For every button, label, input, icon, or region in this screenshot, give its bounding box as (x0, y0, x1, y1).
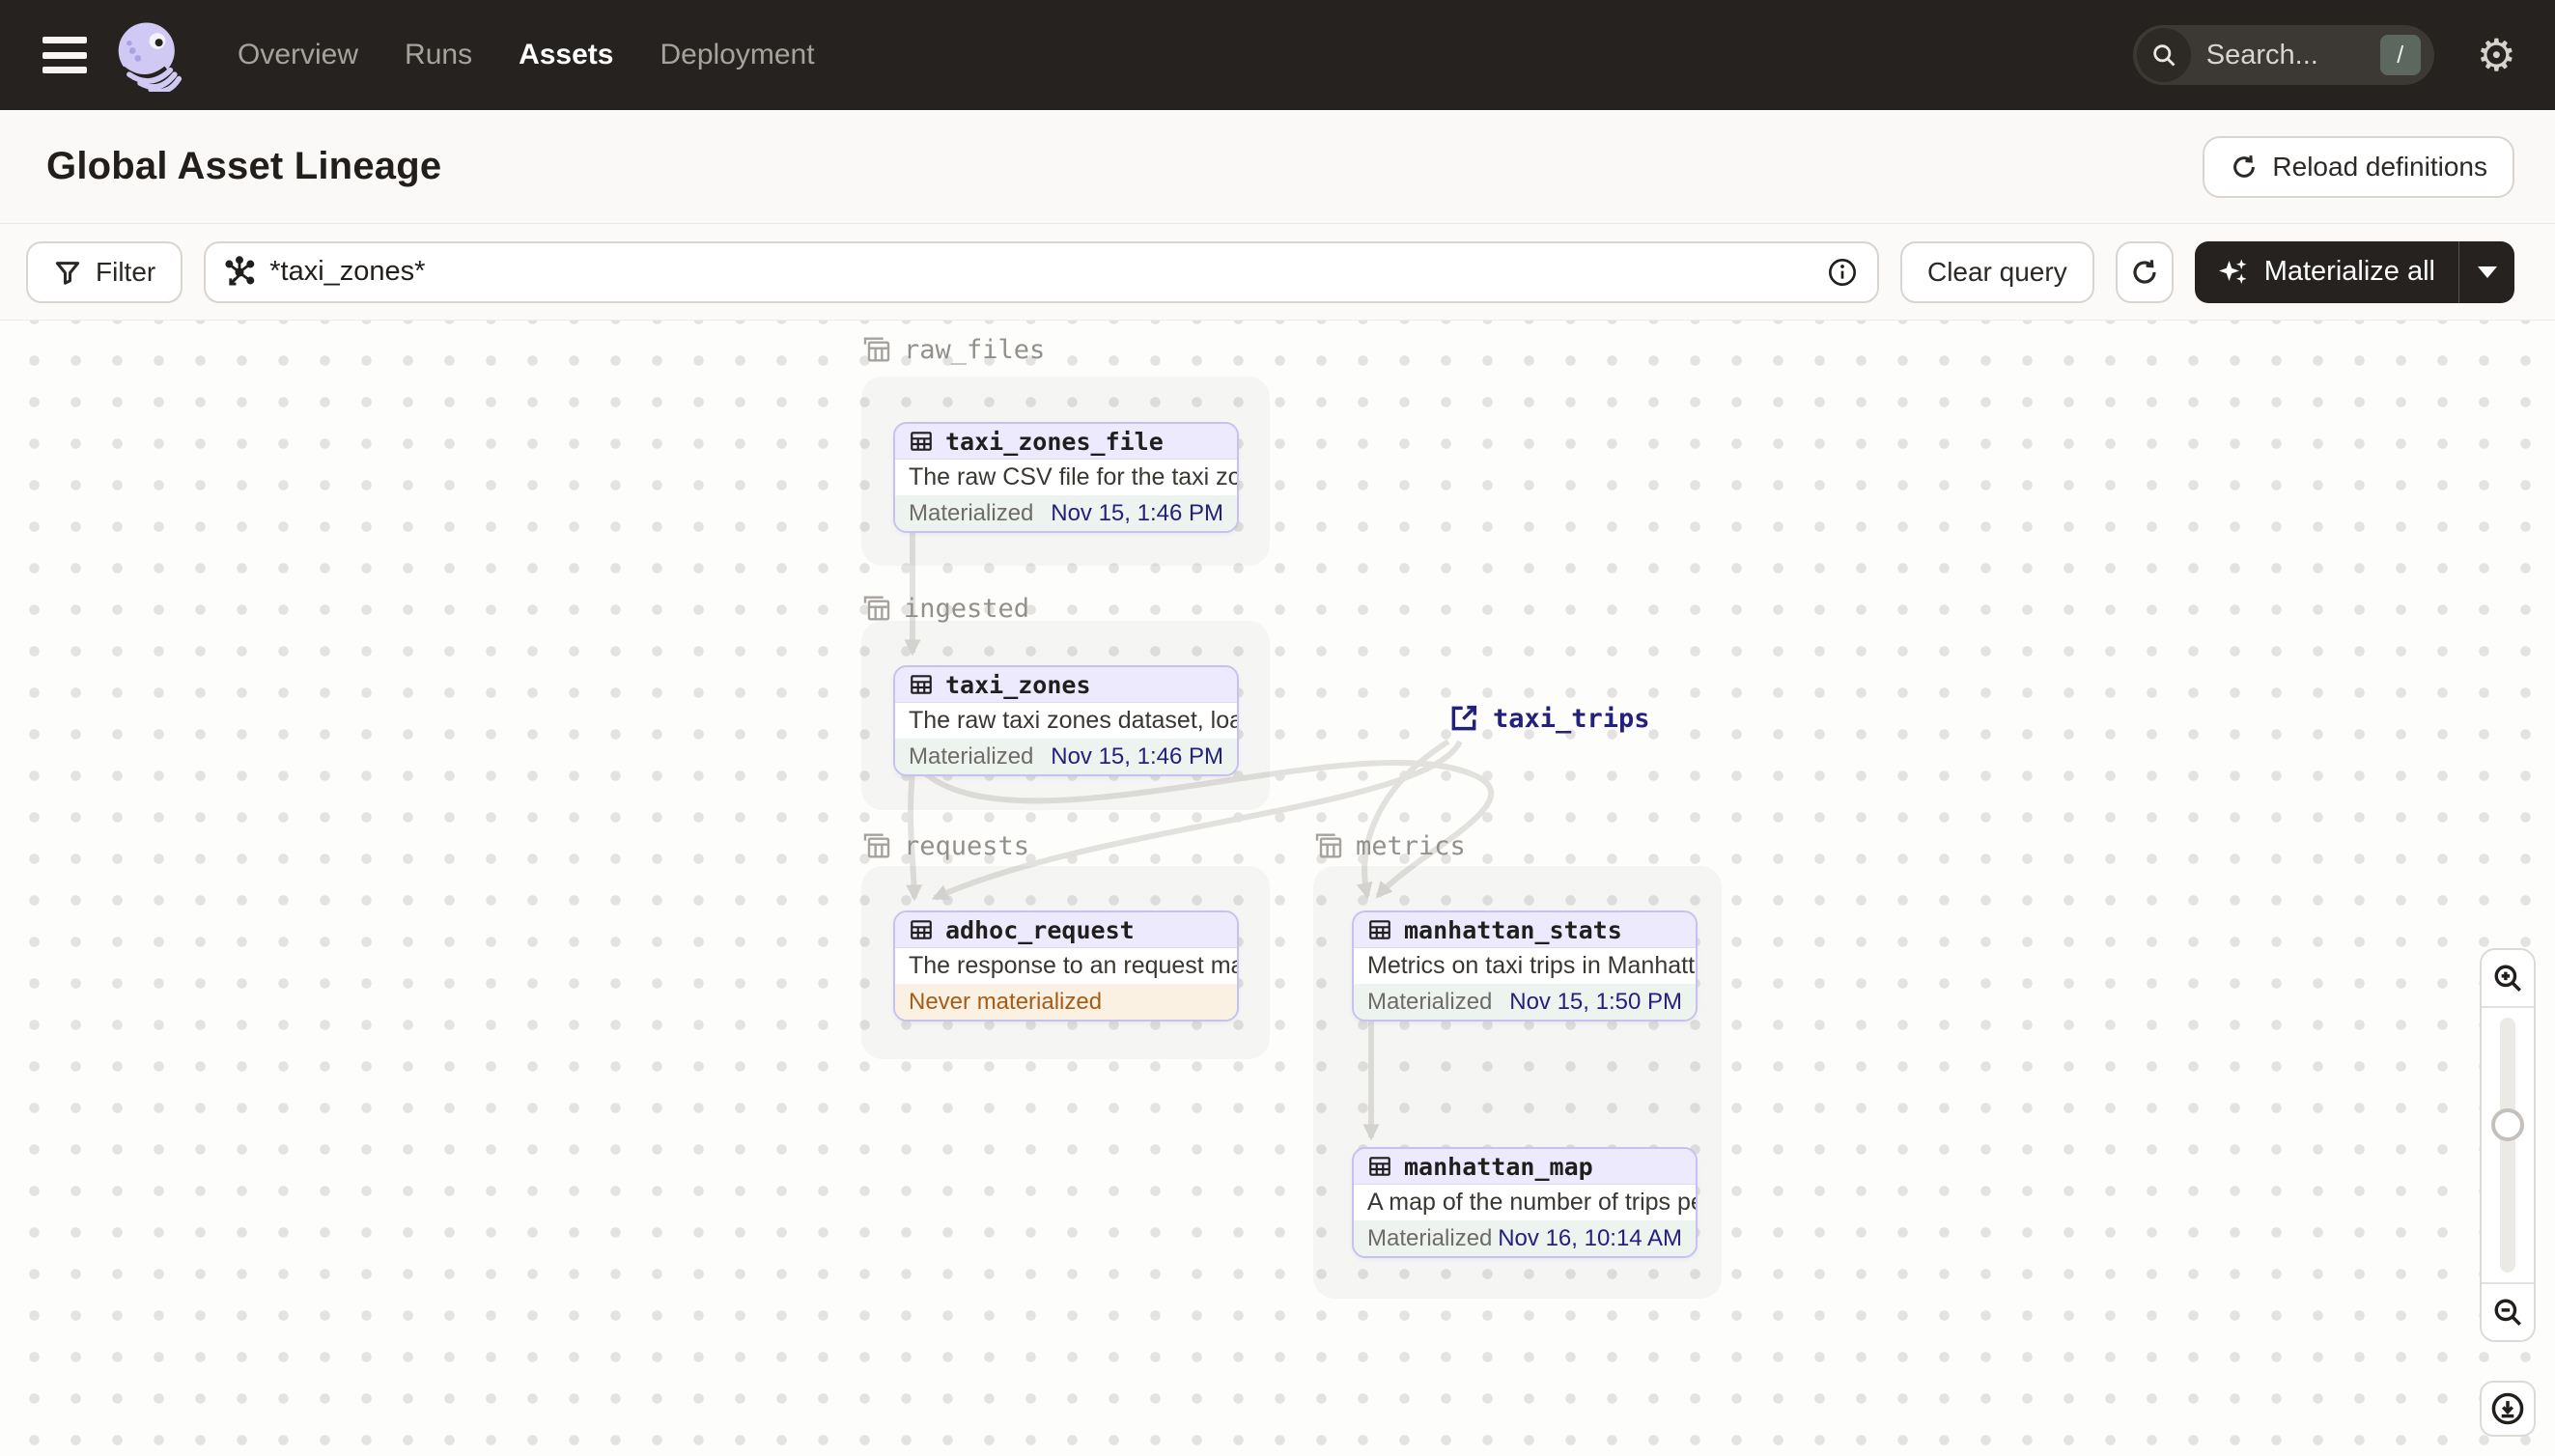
group-tables-icon (1315, 833, 1342, 858)
search-box[interactable]: / (2132, 25, 2434, 85)
node-status: Materialized Nov 15, 1:50 PM (1354, 984, 1696, 1020)
node-status: Never materialized (895, 984, 1237, 1020)
clear-query-button[interactable]: Clear query (1899, 240, 2094, 303)
asset-node-adhoc_request[interactable]: adhoc_request The response to an request… (893, 910, 1239, 1022)
table-icon (1369, 1157, 1390, 1176)
materialize-all-split-button: Materialize all (2194, 240, 2514, 303)
zoom-slider-track (2500, 1018, 2515, 1273)
node-description: The raw taxi zones dataset, loaded int..… (895, 703, 1237, 739)
group-label-requests[interactable]: requests (861, 830, 1029, 861)
group-tables-icon (863, 596, 890, 621)
zoom-in-button[interactable] (2482, 950, 2534, 1006)
top-nav: Overview Runs Assets Deployment / ⚙ (0, 0, 2555, 110)
node-description: The response to an request made in th... (895, 948, 1237, 984)
asset-node-taxi_zones[interactable]: taxi_zones The raw taxi zones dataset, l… (893, 665, 1239, 776)
asset-node-taxi_zones_file[interactable]: taxi_zones_file The raw CSV file for the… (893, 422, 1239, 533)
materialize-all-button[interactable]: Materialize all (2195, 241, 2458, 303)
group-label-metrics[interactable]: metrics (1313, 830, 1466, 861)
refresh-icon (2233, 154, 2256, 178)
nav-links: Overview Runs Assets Deployment (238, 39, 815, 71)
node-status: Materialized Nov 15, 1:46 PM (895, 495, 1237, 531)
table-icon (1369, 920, 1390, 939)
zoom-slider[interactable] (2482, 1006, 2534, 1284)
node-status: Materialized Nov 16, 10:14 AM (1354, 1220, 1696, 1256)
search-icon (2136, 28, 2191, 82)
recenter-view-button[interactable] (2480, 1381, 2536, 1437)
node-description: Metrics on taxi trips in Manhattan (1354, 948, 1696, 984)
nav-item-runs[interactable]: Runs (405, 39, 472, 71)
filter-button[interactable]: Filter (26, 240, 183, 303)
settings-gear-icon[interactable]: ⚙ (2477, 33, 2516, 77)
nav-item-overview[interactable]: Overview (238, 39, 358, 71)
table-icon (911, 675, 932, 694)
group-tables-icon (863, 833, 890, 858)
node-description: The raw CSV file for the taxi zones dat.… (895, 460, 1237, 495)
page-header: Global Asset Lineage Reload definitions (0, 110, 2555, 224)
lineage-edges (904, 532, 1495, 1141)
refresh-graph-button[interactable] (2115, 240, 2174, 303)
group-label-raw_files[interactable]: raw_files (861, 334, 1045, 365)
materialize-options-button[interactable] (2458, 240, 2514, 303)
zoom-in-icon (2494, 965, 2521, 992)
filter-funnel-icon (55, 261, 80, 285)
group-tables-icon (863, 337, 890, 362)
chevron-down-icon (2477, 266, 2497, 278)
zoom-out-button[interactable] (2482, 1284, 2534, 1340)
asset-node-manhattan_stats[interactable]: manhattan_stats Metrics on taxi trips in… (1352, 910, 1698, 1022)
search-input[interactable] (2190, 39, 2380, 71)
asset-selection-input[interactable] (269, 256, 1813, 288)
asset-node-manhattan_map[interactable]: manhattan_map A map of the number of tri… (1352, 1147, 1698, 1258)
group-label-ingested[interactable]: ingested (861, 593, 1029, 624)
zoom-out-icon (2494, 1299, 2521, 1326)
nav-item-deployment[interactable]: Deployment (660, 39, 814, 71)
zoom-controls (2480, 948, 2536, 1342)
table-icon (911, 432, 932, 451)
lineage-toolbar: Filter Clear query Materializ (0, 224, 2555, 321)
asset-selection-input-wrap (204, 240, 1879, 303)
table-icon (911, 920, 932, 939)
menu-icon[interactable] (42, 37, 87, 73)
external-asset-taxi_trips[interactable]: taxi_trips (1448, 703, 1650, 734)
nav-item-assets[interactable]: Assets (519, 39, 613, 71)
sparkles-icon (2218, 259, 2247, 284)
graph-selection-icon (225, 255, 255, 285)
keyboard-shortcut-badge: / (2379, 35, 2421, 75)
recenter-download-icon (2491, 1392, 2524, 1425)
node-status: Materialized Nov 15, 1:46 PM (895, 739, 1237, 774)
zoom-slider-handle[interactable] (2491, 1108, 2524, 1141)
page-title: Global Asset Lineage (46, 145, 442, 187)
external-link-icon (1451, 705, 1477, 731)
refresh-icon (2133, 259, 2156, 284)
info-icon[interactable] (1827, 257, 1858, 288)
dagster-logo-icon[interactable] (112, 18, 185, 92)
lineage-canvas[interactable]: raw_files taxi_zones_file The raw CSV fi… (0, 321, 2555, 1456)
reload-definitions-button[interactable]: Reload definitions (2203, 135, 2514, 198)
node-description: A map of the number of trips per taxi z.… (1354, 1185, 1696, 1220)
